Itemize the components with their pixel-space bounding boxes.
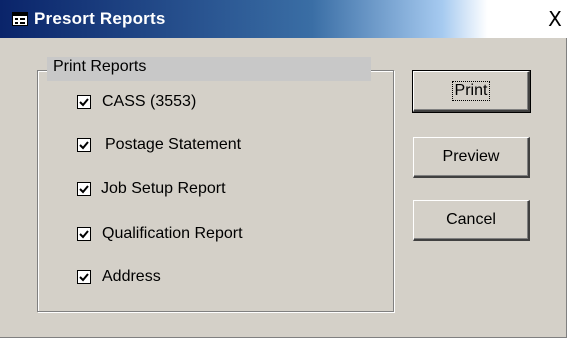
checkbox-check-icon[interactable] — [77, 138, 91, 152]
title-bar[interactable]: Presort Reports X — [0, 0, 567, 38]
checkbox-label: Postage Statement — [105, 136, 242, 153]
checkbox-label: Qualification Report — [102, 225, 243, 242]
group-label: Print Reports — [53, 58, 147, 75]
checkbox-job-setup-report[interactable]: Job Setup Report — [77, 177, 226, 201]
window-title: Presort Reports — [34, 9, 166, 28]
cancel-button[interactable]: Cancel — [413, 200, 530, 241]
print-button-label: Print — [451, 81, 491, 101]
checkbox-check-icon[interactable] — [77, 270, 91, 284]
preview-button-label: Preview — [442, 148, 500, 165]
close-button[interactable]: X — [545, 9, 565, 29]
preview-button[interactable]: Preview — [413, 137, 530, 178]
checkbox-label: Job Setup Report — [101, 180, 226, 197]
checkbox-label: Address — [102, 268, 161, 285]
checkbox-check-icon[interactable] — [77, 95, 91, 109]
form-icon — [12, 12, 28, 26]
checkbox-address[interactable]: Address — [77, 265, 161, 289]
checkbox-cass[interactable]: CASS (3553) — [77, 90, 196, 114]
checkbox-postage-statement[interactable]: Postage Statement — [77, 133, 241, 157]
checkbox-check-icon[interactable] — [77, 182, 91, 196]
print-button[interactable]: Print — [412, 70, 531, 113]
cancel-button-label: Cancel — [446, 211, 496, 228]
checkbox-check-icon[interactable] — [77, 227, 91, 241]
checkbox-qualification-report[interactable]: Qualification Report — [77, 222, 243, 246]
presort-reports-dialog: Presort Reports X Print Reports CASS (35… — [0, 0, 567, 338]
checkbox-label: CASS (3553) — [102, 93, 197, 110]
